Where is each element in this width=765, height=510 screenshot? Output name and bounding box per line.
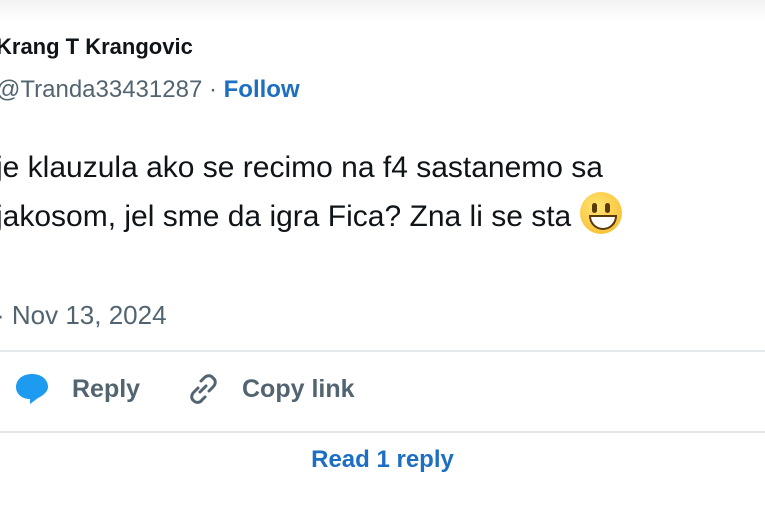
tweet-text-line-2-wrap: jakosom, jel sme da igra Fica? Zna li se…	[0, 192, 761, 241]
reply-button[interactable]: Reply	[14, 372, 140, 406]
tweet-text-line-2: jakosom, jel sme da igra Fica? Zna li se…	[0, 200, 572, 233]
link-icon	[186, 372, 220, 406]
read-replies-link[interactable]: Read 1 reply	[0, 446, 765, 474]
tweet-text: je klauzula ako se recimo na f4 sastanem…	[0, 144, 761, 241]
speech-bubble-icon	[14, 372, 50, 406]
copy-link-label: Copy link	[242, 374, 355, 403]
copy-link-button[interactable]: Copy link	[186, 372, 355, 406]
divider-bottom	[0, 431, 765, 433]
follow-button[interactable]: Follow	[224, 76, 300, 103]
tweet-text-line-1: je klauzula ako se recimo na f4 sastanem…	[0, 151, 603, 184]
author-display-name[interactable]: Krang T Krangovic	[0, 34, 193, 60]
cropped-header-strip	[0, 0, 765, 22]
divider-top	[0, 350, 765, 352]
read-replies-label: Read 1 reply	[311, 446, 454, 473]
author-handle[interactable]: @Tranda33431287	[0, 76, 202, 103]
tweet-timestamp[interactable]: · Nov 13, 2024	[0, 300, 167, 331]
reply-label: Reply	[72, 374, 141, 403]
handle-separator: ·	[208, 76, 217, 103]
grinning-face-icon	[579, 192, 622, 234]
author-handle-row: @Tranda33431287 · Follow	[0, 76, 300, 104]
